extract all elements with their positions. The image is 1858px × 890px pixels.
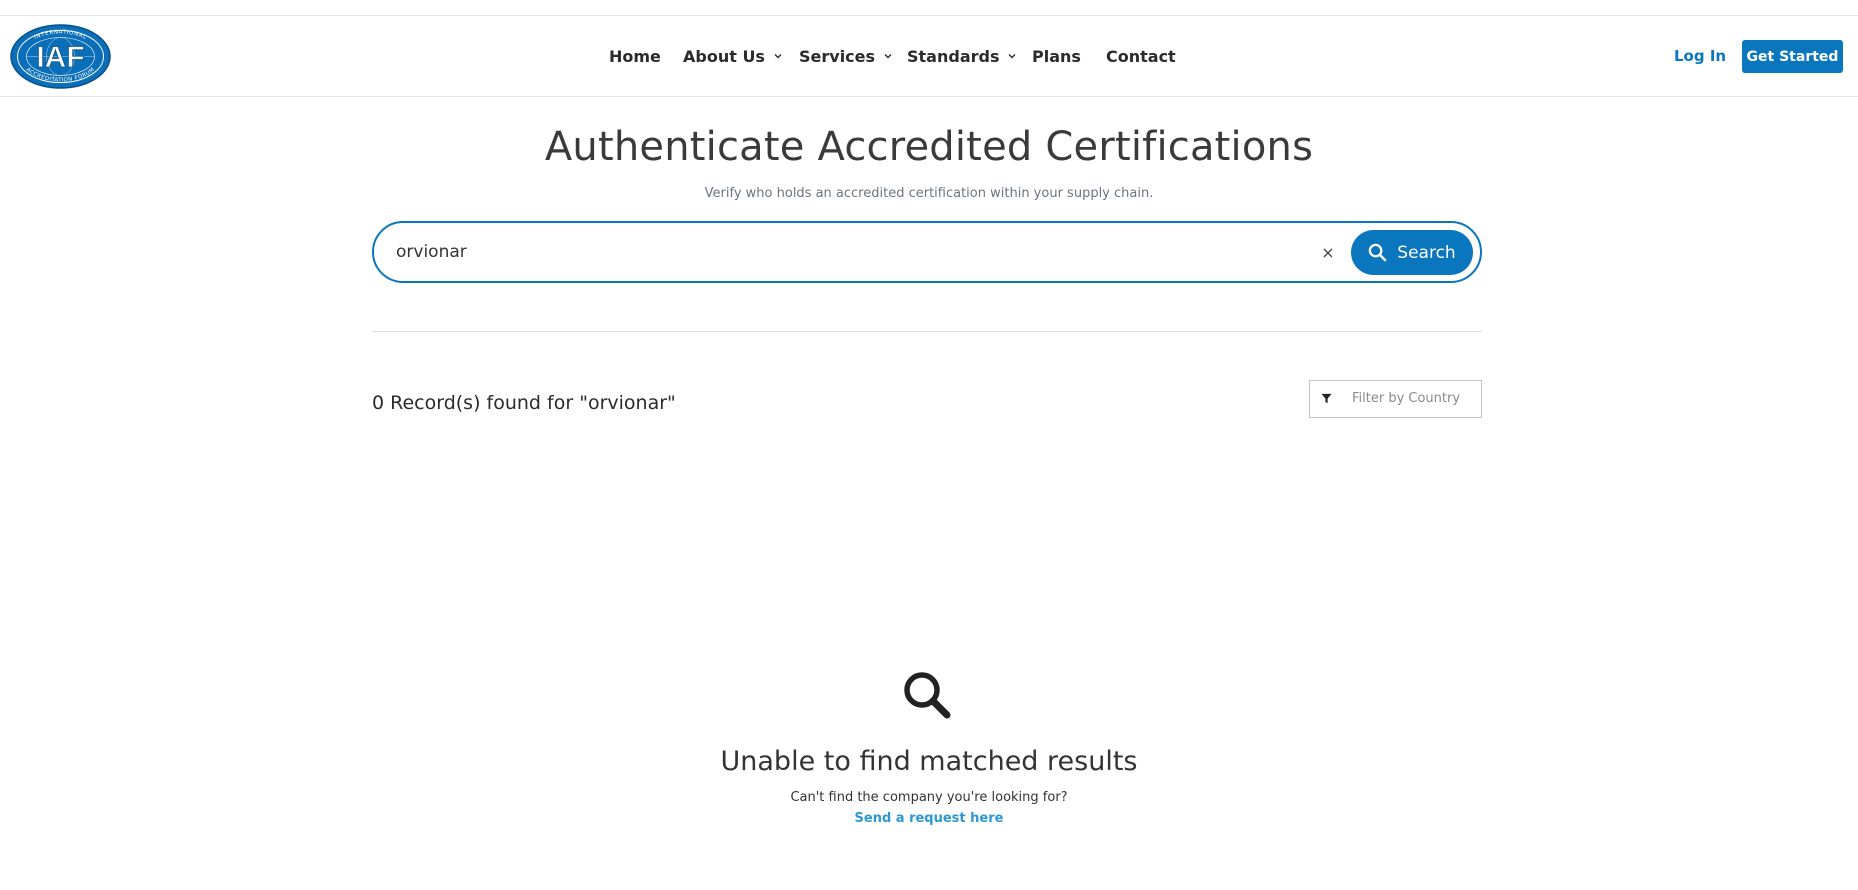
nav-services[interactable]: Services [799, 46, 893, 66]
empty-state-title: Unable to find matched results [720, 746, 1138, 777]
search-icon [1369, 243, 1387, 262]
divider [372, 331, 1482, 332]
nav-home[interactable]: Home [609, 46, 661, 66]
empty-state-text: Can't find the company you're looking fo… [790, 790, 1068, 805]
nav-about-us-label: About Us [683, 46, 765, 66]
nav-plans[interactable]: Plans [1032, 46, 1081, 66]
nav-contact-label: Contact [1106, 46, 1176, 66]
nav-services-label: Services [799, 46, 876, 66]
login-link[interactable]: Log In [1674, 47, 1726, 65]
search-icon [904, 672, 951, 719]
nav-plans-label: Plans [1032, 46, 1081, 66]
nav-standards-label: Standards [907, 46, 1000, 66]
nav-about-us[interactable]: About Us [683, 46, 783, 66]
chevron-down-icon [884, 54, 892, 59]
page-title: Authenticate Accredited Certifications [544, 124, 1314, 170]
filter-icon [1321, 393, 1332, 404]
chevron-down-icon [1008, 54, 1016, 59]
search-input[interactable] [396, 235, 1296, 269]
navbar: IAF INTERNATIONAL ACCREDITATION FORUM Ho… [0, 16, 1858, 97]
send-request-link-row: Send a request here [0, 811, 1858, 826]
records-summary: 0 Record(s) found for "orvionar" [372, 392, 676, 414]
send-request-link[interactable]: Send a request here [855, 811, 1004, 826]
nav-home-label: Home [609, 46, 661, 66]
page-subtitle: Verify who holds an accredited certifica… [704, 186, 1154, 201]
main-nav: Home About Us Services Standards Plans C… [0, 16, 1858, 96]
filter-by-country[interactable]: Filter by Country [1309, 380, 1482, 418]
nav-standards[interactable]: Standards [907, 46, 1017, 66]
nav-contact[interactable]: Contact [1106, 46, 1176, 66]
get-started-button[interactable]: Get Started [1742, 40, 1843, 73]
search-bar: × Search [372, 221, 1482, 283]
filter-placeholder: Filter by Country [1352, 391, 1461, 406]
clear-search-button[interactable]: × [1315, 239, 1341, 265]
search-button-label: Search [1397, 242, 1456, 263]
search-button[interactable]: Search [1351, 230, 1473, 275]
chevron-down-icon [774, 54, 782, 59]
